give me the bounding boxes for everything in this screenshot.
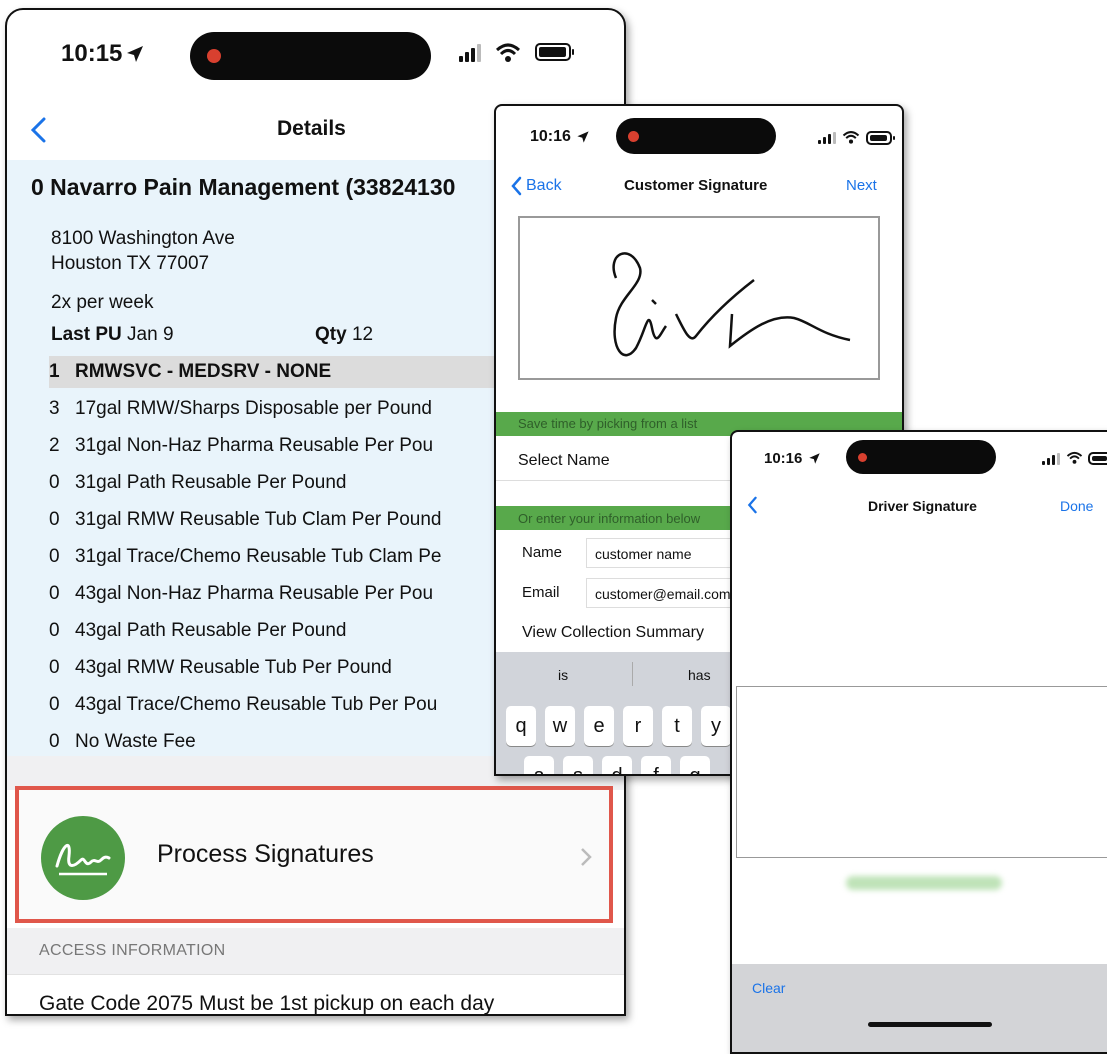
- location-arrow-icon: [809, 453, 820, 464]
- cellular-signal-icon: [818, 132, 836, 144]
- cellular-signal-icon: [1042, 453, 1060, 465]
- keyboard-key[interactable]: d: [602, 756, 632, 774]
- service-row[interactable]: 3 17gal RMW/Sharps Disposable per Pound: [49, 392, 432, 426]
- battery-icon: [535, 43, 574, 61]
- service-row[interactable]: 2 31gal Non-Haz Pharma Reusable Per Pou: [49, 429, 433, 463]
- select-name-label: Select Name: [518, 452, 610, 469]
- location-arrow-icon: [127, 46, 143, 62]
- page-title: Details: [277, 117, 346, 140]
- service-row[interactable]: 0 43gal Non-Haz Pharma Reusable Per Pou: [49, 577, 433, 611]
- qty-label: Qty: [315, 324, 347, 345]
- customer-signature-stroke: [612, 252, 851, 357]
- nav-bar: Back Customer Signature Next: [496, 168, 902, 208]
- keyboard-suggestion[interactable]: has: [688, 667, 711, 683]
- address-line1: 8100 Washington Ave: [51, 228, 235, 249]
- signature-logo-icon: [41, 816, 125, 900]
- nav-bar: Driver Signature Done: [732, 488, 1107, 524]
- pickup-frequency: 2x per week: [51, 292, 154, 313]
- wifi-icon: [495, 43, 521, 62]
- service-row[interactable]: 1 RMWSVC - MEDSRV - NONE: [49, 355, 331, 389]
- name-label: Name: [522, 544, 563, 561]
- service-row[interactable]: 0 No Waste Fee: [49, 725, 196, 759]
- service-row[interactable]: 0 43gal Path Reusable Per Pound: [49, 614, 346, 648]
- battery-icon: [866, 131, 895, 145]
- location-arrow-icon: [577, 131, 589, 143]
- dynamic-island: [846, 440, 996, 474]
- next-button[interactable]: Next: [846, 177, 877, 194]
- driver-signature-screen: 10:16 Driver Signature Done Clear: [730, 430, 1107, 1054]
- blurred-caption: [846, 876, 1002, 890]
- service-row[interactable]: 0 43gal Trace/Chemo Reusable Tub Per Pou: [49, 688, 437, 722]
- status-bar: 10:16: [732, 432, 1107, 488]
- back-button[interactable]: Back: [526, 177, 562, 195]
- keyboard-key[interactable]: g: [680, 756, 710, 774]
- clear-button[interactable]: Clear: [752, 980, 785, 996]
- keyboard-key[interactable]: r: [623, 706, 653, 746]
- enter-hint-text: Or enter your information below: [518, 511, 701, 526]
- done-button[interactable]: Done: [1060, 498, 1093, 514]
- keyboard-key[interactable]: w: [545, 706, 575, 746]
- keyboard-key[interactable]: e: [584, 706, 614, 746]
- keyboard-key[interactable]: s: [563, 756, 593, 774]
- email-label: Email: [522, 584, 560, 601]
- signature-pad[interactable]: [518, 216, 880, 380]
- back-chevron-icon[interactable]: [510, 176, 522, 196]
- quantity: Qty 12: [315, 324, 373, 346]
- bottom-toolbar: Clear: [732, 964, 1107, 1052]
- service-row[interactable]: 0 31gal RMW Reusable Tub Clam Per Pound: [49, 503, 441, 537]
- page-title: Driver Signature: [868, 498, 977, 514]
- last-pu-value: Jan 9: [127, 324, 174, 345]
- status-bar: 10:15: [7, 10, 624, 96]
- keyboard-key[interactable]: y: [701, 706, 731, 746]
- suggestion-divider: [632, 662, 633, 686]
- service-row[interactable]: 0 43gal RMW Reusable Tub Per Pound: [49, 651, 392, 685]
- last-pickup: Last PU Jan 9: [51, 324, 174, 346]
- keyboard-suggestion[interactable]: is: [558, 667, 568, 683]
- status-time: 10:16: [530, 128, 571, 145]
- driver-signature-pad[interactable]: [736, 686, 1107, 858]
- status-time: 10:16: [764, 450, 803, 467]
- battery-icon: [1088, 452, 1107, 465]
- cellular-signal-icon: [459, 44, 481, 62]
- qty-value: 12: [351, 324, 374, 345]
- service-row[interactable]: 0 31gal Path Reusable Per Pound: [49, 466, 346, 500]
- dynamic-island: [190, 32, 431, 80]
- keyboard-key[interactable]: t: [662, 706, 692, 746]
- wifi-icon: [1066, 451, 1083, 464]
- pick-hint-text: Save time by picking from a list: [518, 416, 698, 431]
- process-signatures-row[interactable]: Process Signatures: [15, 786, 613, 923]
- back-chevron-icon[interactable]: [29, 116, 49, 144]
- page-title: Customer Signature: [624, 177, 768, 194]
- access-text: Gate Code 2075 Must be 1st pickup on eac…: [39, 992, 495, 1015]
- service-row[interactable]: 0 31gal Trace/Chemo Reusable Tub Clam Pe: [49, 540, 441, 574]
- last-pu-label: Last PU: [51, 324, 122, 345]
- customer-title: 0 Navarro Pain Management (33824130: [31, 174, 456, 200]
- status-time: 10:15: [61, 40, 123, 67]
- home-indicator: [868, 1022, 992, 1027]
- wifi-icon: [842, 131, 860, 144]
- access-header-label: ACCESS INFORMATION: [39, 942, 226, 959]
- chevron-right-icon: [581, 848, 592, 866]
- recording-indicator-icon: [207, 49, 221, 63]
- access-section-header: ACCESS INFORMATION: [7, 928, 624, 975]
- keyboard-key[interactable]: f: [641, 756, 671, 774]
- address-line2: Houston TX 77007: [51, 253, 210, 274]
- recording-indicator-icon: [628, 131, 639, 142]
- status-bar: 10:16: [496, 106, 902, 166]
- view-collection-summary-link[interactable]: View Collection Summary: [522, 624, 704, 642]
- back-chevron-icon[interactable]: [746, 496, 758, 514]
- process-signatures-label: Process Signatures: [157, 840, 374, 868]
- dynamic-island: [616, 118, 776, 154]
- recording-indicator-icon: [858, 453, 867, 462]
- keyboard-key[interactable]: a: [524, 756, 554, 774]
- keyboard-key[interactable]: q: [506, 706, 536, 746]
